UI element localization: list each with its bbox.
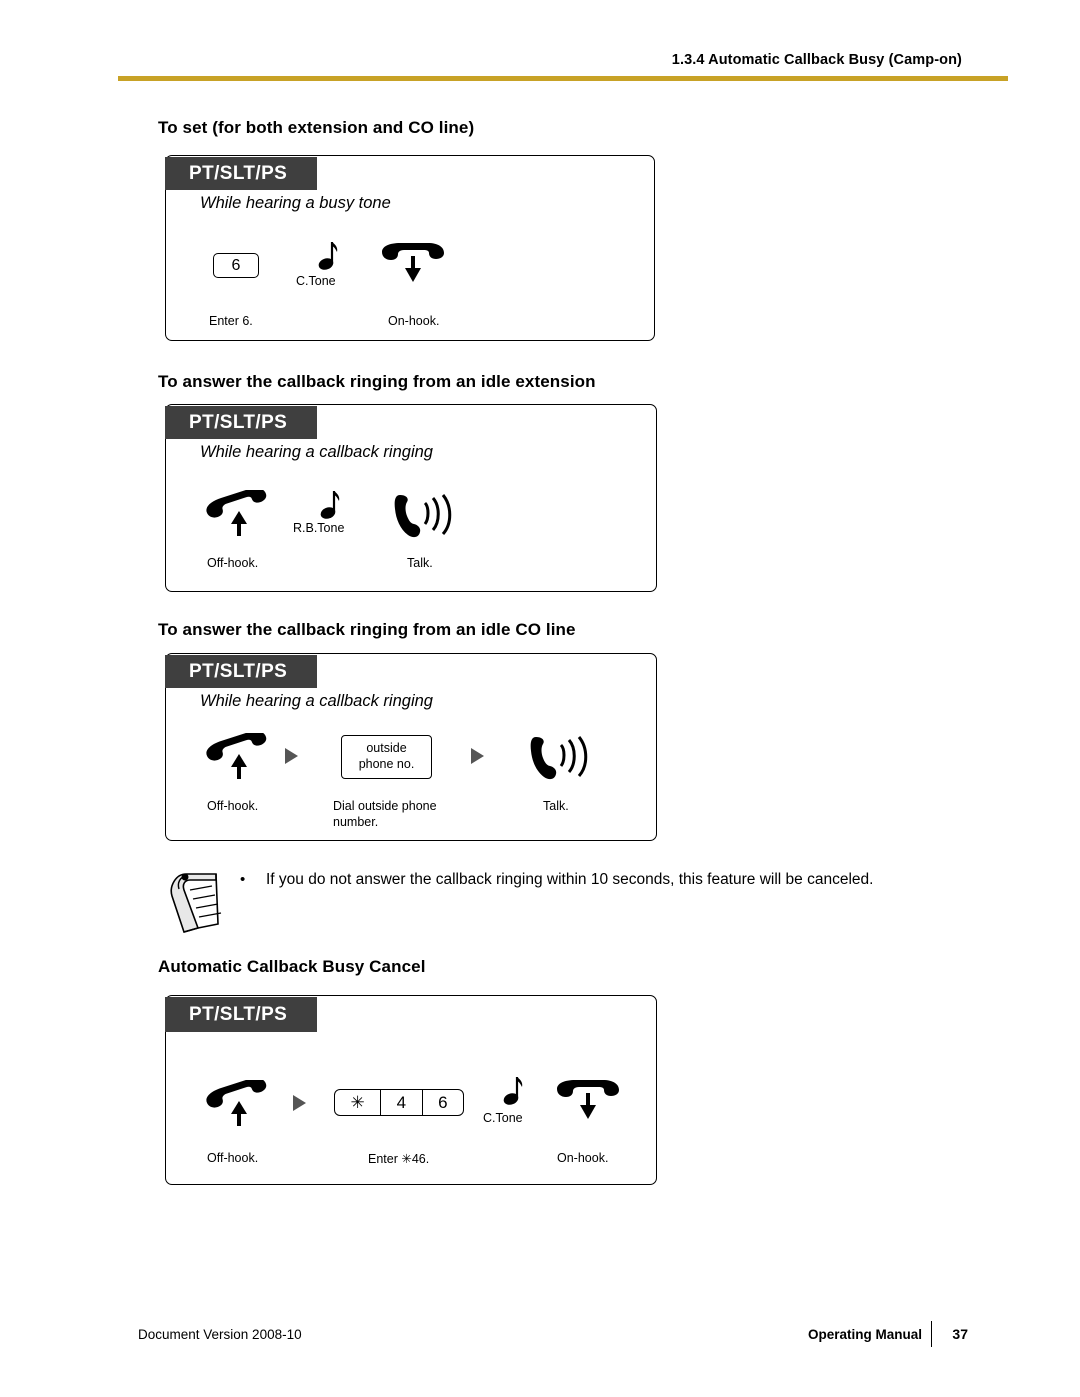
- header-accent-rule: [118, 76, 1008, 81]
- handset-offhook-icon: [203, 490, 275, 542]
- diagram-tab-1: PT/SLT/PS: [165, 157, 317, 190]
- caption-off-hook-3: Off-hook.: [207, 799, 259, 813]
- handset-offhook-icon-3: [203, 733, 275, 785]
- footer-manual-title: Operating Manual: [807, 1327, 922, 1342]
- outside-phone-no-box: outside phone no.: [341, 735, 432, 779]
- note-pad-icon: [168, 868, 230, 940]
- diagram-tab-4: PT/SLT/PS: [165, 997, 317, 1032]
- label-c-tone-1: C.Tone: [296, 274, 336, 288]
- handset-offhook-icon-4: [203, 1080, 275, 1132]
- caption-off-hook-4: Off-hook.: [207, 1151, 259, 1165]
- handset-talk-icon: [392, 489, 454, 543]
- diagram-condition-1: While hearing a busy tone: [200, 194, 391, 212]
- music-note-icon: [310, 239, 340, 277]
- diagram-condition-3: While hearing a callback ringing: [200, 692, 433, 710]
- diagram-condition-2: While hearing a callback ringing: [200, 443, 433, 461]
- key-star: ✳: [335, 1090, 382, 1115]
- section-heading-2: To answer the callback ringing from an i…: [158, 372, 596, 391]
- section-heading-3: To answer the callback ringing from an i…: [158, 620, 576, 639]
- arrow-right-icon-3: [293, 1095, 306, 1111]
- label-rb-tone: R.B.Tone: [293, 521, 345, 535]
- caption-enter-star46: Enter ✳46.: [368, 1152, 430, 1166]
- cancel-section-heading: Automatic Callback Busy Cancel: [158, 957, 426, 976]
- caption-dial-outside: Dial outside phone number.: [333, 799, 437, 829]
- key-group-star46: ✳ 4 6: [334, 1089, 464, 1116]
- outside-phone-line2: phone no.: [358, 757, 415, 772]
- caption-on-hook-4: On-hook.: [557, 1151, 609, 1165]
- footer-document-version: Document Version 2008-10: [138, 1327, 302, 1342]
- key-6: 6: [438, 1092, 448, 1112]
- caption-enter-6: Enter 6.: [209, 314, 253, 328]
- section-heading-1: To set (for both extension and CO line): [158, 118, 475, 137]
- handset-talk-icon-3: [528, 731, 590, 785]
- header-section-ref: 1.3.4 Automatic Callback Busy (Camp-on): [671, 52, 962, 68]
- caption-talk-2: Talk.: [407, 556, 433, 570]
- outside-phone-line1: outside: [366, 741, 407, 755]
- arrow-right-icon-2: [471, 748, 484, 764]
- label-c-tone-4: C.Tone: [483, 1111, 523, 1125]
- document-page: 1.3.4 Automatic Callback Busy (Camp-on) …: [0, 0, 1080, 1397]
- key-6: 6: [213, 253, 259, 278]
- key-4: 4: [381, 1090, 423, 1115]
- handset-onhook-icon-4: [553, 1077, 623, 1125]
- diagram-tab-3: PT/SLT/PS: [165, 655, 317, 688]
- footer-page-number: 37: [952, 1326, 968, 1342]
- caption-on-hook-1: On-hook.: [388, 314, 440, 328]
- music-note-icon-4: [495, 1074, 525, 1112]
- caption-talk-3: Talk.: [543, 799, 569, 813]
- arrow-right-icon-1: [285, 748, 298, 764]
- note-bullet: •: [240, 871, 246, 888]
- note-text: If you do not answer the callback ringin…: [266, 871, 874, 888]
- handset-onhook-icon: [378, 240, 448, 288]
- diagram-tab-2: PT/SLT/PS: [165, 406, 317, 439]
- footer-divider: [930, 1321, 932, 1347]
- caption-off-hook-2: Off-hook.: [207, 556, 259, 570]
